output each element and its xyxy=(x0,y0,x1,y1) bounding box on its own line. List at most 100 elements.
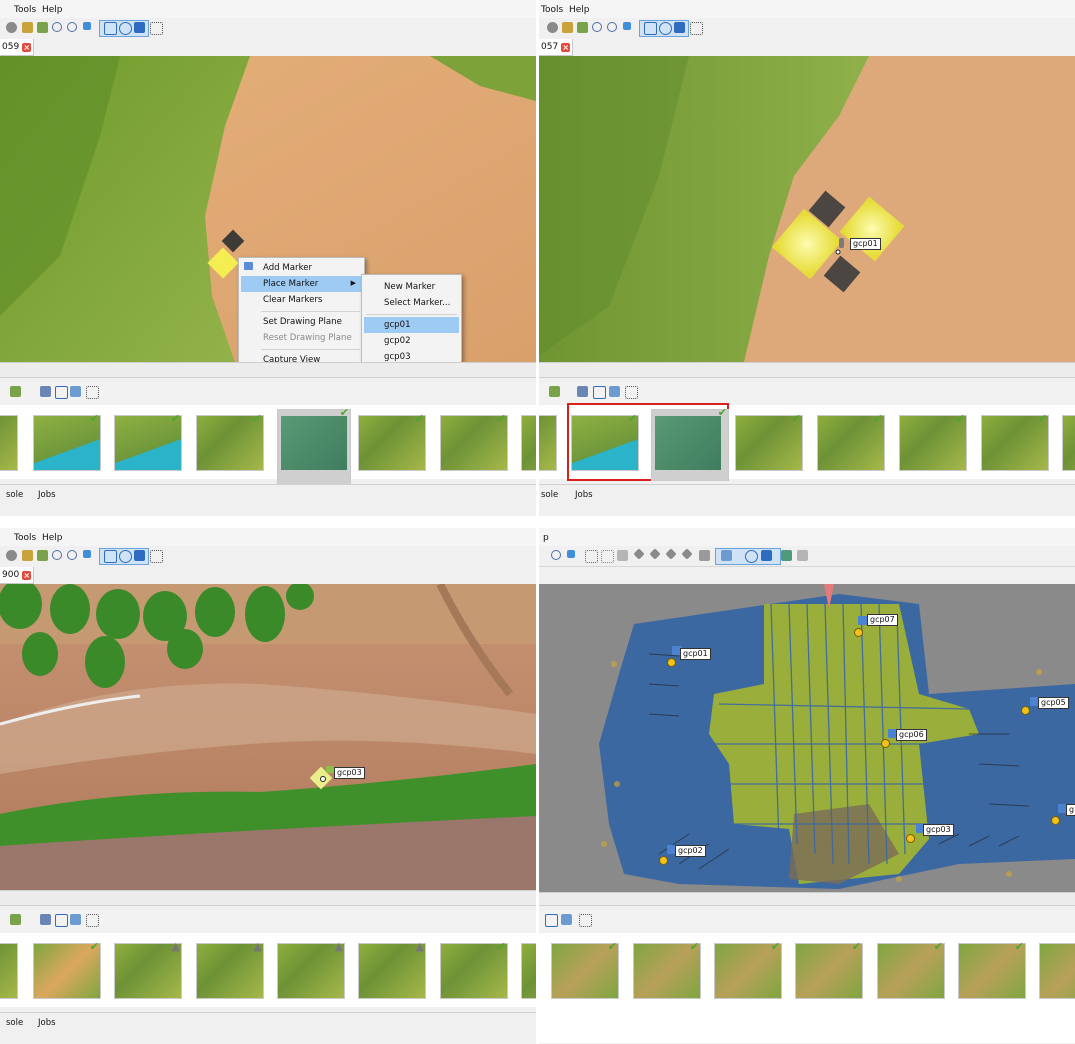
photo-thumbnail[interactable]: ✔ xyxy=(440,940,508,999)
tie-point-icon[interactable] xyxy=(10,386,21,397)
mesh-icon[interactable] xyxy=(665,548,677,560)
photo-viewport[interactable]: gcp01 xyxy=(539,56,1075,362)
console-tab[interactable]: sole xyxy=(6,490,23,500)
photo-icon[interactable] xyxy=(609,386,620,397)
menu-item-capture-view[interactable]: Capture View xyxy=(241,352,362,362)
rectangle-select-icon[interactable] xyxy=(545,914,558,927)
shading-icon[interactable] xyxy=(617,550,628,561)
photo-thumbnail[interactable]: ✔ xyxy=(571,412,639,471)
marker-point[interactable] xyxy=(906,834,915,843)
dense-cloud-icon[interactable] xyxy=(37,550,48,561)
lasso-icon[interactable] xyxy=(119,550,132,563)
region-icon[interactable] xyxy=(585,550,598,563)
close-icon[interactable]: × xyxy=(22,570,32,580)
photo-thumbnail[interactable]: ✔ xyxy=(196,412,264,471)
camera-icon[interactable] xyxy=(721,550,732,561)
menu-item-set-drawing-plane[interactable]: Set Drawing Plane xyxy=(241,314,362,330)
console-tab[interactable]: sole xyxy=(541,490,558,500)
marker-flag-icon[interactable] xyxy=(761,550,772,561)
photo-thumbnail[interactable]: ▲ xyxy=(196,940,264,999)
photo-thumbnail[interactable]: ✔ xyxy=(817,412,885,471)
rectangle-select-icon[interactable] xyxy=(593,386,606,399)
binoculars-icon[interactable] xyxy=(40,386,51,397)
close-icon[interactable]: × xyxy=(22,42,32,52)
photo-thumbnail[interactable]: ✔ xyxy=(877,940,945,999)
jobs-tab[interactable]: Jobs xyxy=(38,1018,56,1028)
zoom-in-icon[interactable] xyxy=(52,550,62,560)
menu-help[interactable]: Help xyxy=(42,533,63,543)
print-icon[interactable] xyxy=(797,550,808,561)
photos-pane-divider[interactable] xyxy=(0,890,536,906)
marker-point[interactable] xyxy=(1021,706,1030,715)
dense-cloud-icon[interactable] xyxy=(649,548,661,560)
marker-flag-icon[interactable] xyxy=(134,550,145,561)
photo-thumbnail[interactable]: ✔ xyxy=(114,412,182,471)
zoom-out-icon[interactable] xyxy=(607,22,617,32)
point-cloud-icon[interactable] xyxy=(633,548,645,560)
photo-tab[interactable]: 059 × xyxy=(0,39,35,56)
marker-flag-icon[interactable] xyxy=(134,22,145,33)
marker-point[interactable] xyxy=(1051,816,1060,825)
photo-icon[interactable] xyxy=(70,914,81,925)
menu-partial[interactable]: p xyxy=(543,533,549,543)
tie-point-icon[interactable] xyxy=(22,550,33,561)
photo-tab[interactable]: 900 × xyxy=(0,567,35,584)
menu-item-clear-markers[interactable]: Clear Markers xyxy=(241,292,362,308)
photo-thumbnail-selected[interactable]: ✔ xyxy=(277,406,351,487)
grid-icon[interactable] xyxy=(150,22,163,35)
tie-point-icon[interactable] xyxy=(562,22,573,33)
photo-thumbnail[interactable]: ✔ xyxy=(633,940,701,999)
rectangle-select-icon[interactable] xyxy=(104,550,117,563)
rectangle-select-icon[interactable] xyxy=(55,386,68,399)
zoom-out-icon[interactable] xyxy=(67,22,77,32)
photo-thumbnail[interactable] xyxy=(521,943,536,999)
photo-thumbnail[interactable] xyxy=(521,415,536,471)
menu-item-add-marker[interactable]: Add Marker xyxy=(241,260,362,276)
lasso-icon[interactable] xyxy=(745,550,758,563)
tie-point-icon[interactable] xyxy=(22,22,33,33)
move-icon[interactable] xyxy=(83,550,91,558)
submenu-gcp03[interactable]: gcp03 xyxy=(364,349,459,362)
photo-thumbnail[interactable]: ✔ xyxy=(551,940,619,999)
marker-point[interactable] xyxy=(667,658,676,667)
photo-thumbnail[interactable]: ▲ xyxy=(277,940,345,999)
grid-icon[interactable] xyxy=(150,550,163,563)
model-viewport[interactable]: gcp07 gcp01 gcp05 gcp06 gcp03 gcp02 g xyxy=(539,584,1075,892)
dense-cloud-icon[interactable] xyxy=(577,22,588,33)
tiled-model-icon[interactable] xyxy=(699,550,710,561)
view-grid-icon[interactable] xyxy=(579,914,592,927)
photo-thumbnail[interactable]: ✔ xyxy=(981,412,1049,471)
menu-help[interactable]: Help xyxy=(569,5,590,15)
binoculars-icon[interactable] xyxy=(577,386,588,397)
menu-tools[interactable]: Tools xyxy=(541,5,563,15)
dense-cloud-icon[interactable] xyxy=(37,22,48,33)
photos-pane-divider[interactable] xyxy=(0,362,536,378)
photos-pane-divider[interactable] xyxy=(539,892,1075,906)
binoculars-icon[interactable] xyxy=(40,914,51,925)
photo-icon[interactable] xyxy=(70,386,81,397)
tie-point-icon[interactable] xyxy=(549,386,560,397)
zoom-out-icon[interactable] xyxy=(551,550,561,560)
photo-thumbnail[interactable]: ✔ xyxy=(714,940,782,999)
grid-icon[interactable] xyxy=(690,22,703,35)
menu-help[interactable]: Help xyxy=(42,5,63,15)
rectangle-select-icon[interactable] xyxy=(104,22,117,35)
photo-thumbnail[interactable]: ✔ xyxy=(899,412,967,471)
photo-tab[interactable]: 057 × xyxy=(539,39,574,56)
marker-pin-icon[interactable] xyxy=(839,238,844,248)
photo-thumbnail[interactable]: ✔ xyxy=(958,940,1026,999)
photo-thumbnail[interactable]: ✔ xyxy=(33,940,101,999)
view-grid-icon[interactable] xyxy=(86,386,99,399)
zoom-out-icon[interactable] xyxy=(67,550,77,560)
texture-icon[interactable] xyxy=(681,548,693,560)
rectangle-select-icon[interactable] xyxy=(55,914,68,927)
lasso-icon[interactable] xyxy=(119,22,132,35)
photo-thumbnail[interactable]: ✔ xyxy=(358,412,426,471)
marker-point[interactable] xyxy=(881,739,890,748)
view-grid-icon[interactable] xyxy=(86,914,99,927)
view-grid-icon[interactable] xyxy=(625,386,638,399)
photo-thumbnail[interactable] xyxy=(0,943,18,999)
submenu-select-marker[interactable]: Select Marker... xyxy=(364,295,459,311)
rectangle-select-icon[interactable] xyxy=(644,22,657,35)
menu-tools[interactable]: Tools xyxy=(14,533,36,543)
